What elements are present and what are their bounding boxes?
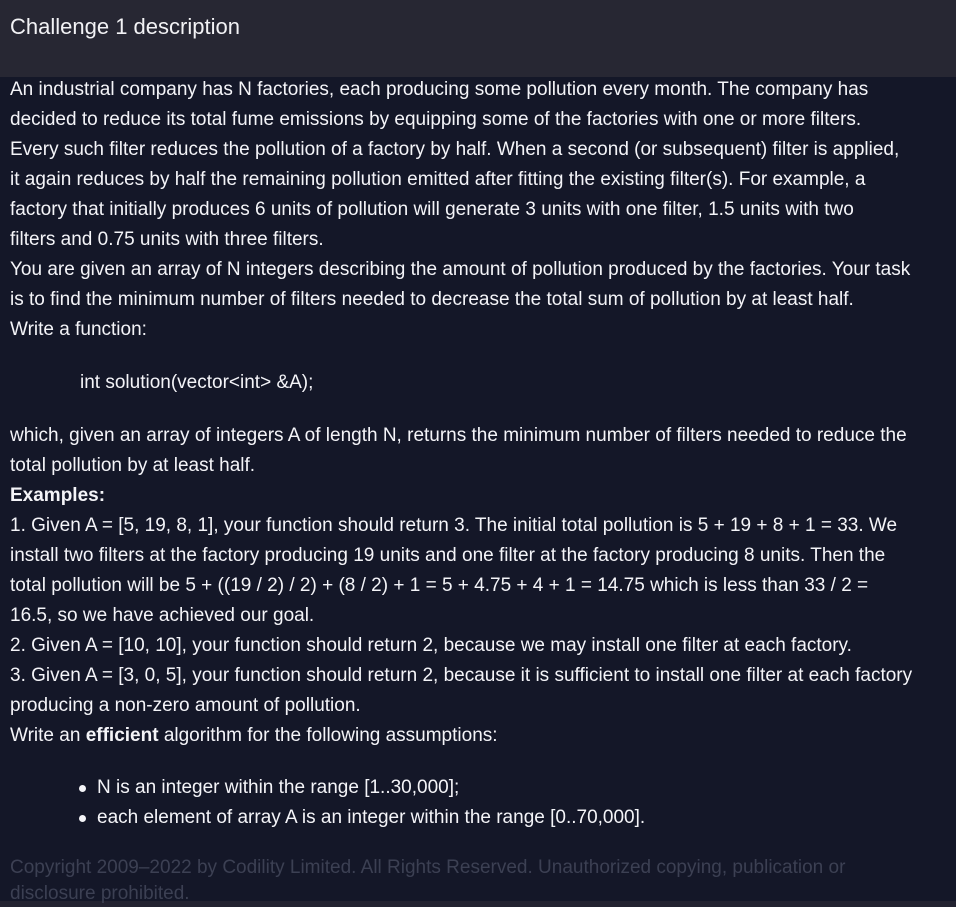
examples-heading: Examples: (10, 485, 106, 506)
description-line: Every such filter reduces the pollution … (10, 139, 900, 160)
assumption-item: N is an integer within the range [1..30,… (79, 773, 956, 803)
example-line: 16.5, so we have achieved our goal. (10, 605, 315, 626)
example-line: 2. Given A = [10, 10], your function sho… (10, 635, 852, 656)
example-line: 3. Given A = [3, 0, 5], your function sh… (10, 665, 913, 686)
assumption-text: each element of array A is an integer wi… (97, 807, 646, 828)
description-line: it again reduces by half the remaining p… (10, 169, 866, 190)
description-line: factory that initially produces 6 units … (10, 199, 854, 220)
copyright-notice: Copyright 2009–2022 by Codility Limited.… (10, 857, 846, 904)
efficiency-suffix: algorithm for the following assumptions: (158, 725, 498, 746)
efficiency-bold: efficient (85, 725, 159, 746)
page-title: Challenge 1 description (10, 14, 240, 39)
description-line: filters and 0.75 units with three filter… (10, 229, 324, 250)
efficiency-line: Write an efficient algorithm for the fol… (10, 721, 956, 751)
example-line: total pollution will be 5 + ((19 / 2) / … (10, 575, 869, 596)
bullet-icon (79, 815, 86, 822)
description-line: decided to reduce its total fume emissio… (10, 109, 862, 130)
description-line: which, given an array of integers A of l… (10, 425, 907, 446)
assumptions-list: N is an integer within the range [1..30,… (10, 773, 956, 833)
bullet-icon (79, 785, 86, 792)
task-description: An industrial company has N factories, e… (0, 77, 956, 901)
description-line: An industrial company has N factories, e… (10, 79, 869, 100)
description-line: Write a function: (10, 319, 147, 340)
assumption-item: each element of array A is an integer wi… (79, 803, 956, 833)
description-line: is to find the minimum number of filters… (10, 289, 854, 310)
example-line: producing a non-zero amount of pollution… (10, 695, 361, 716)
assumption-text: N is an integer within the range [1..30,… (97, 777, 460, 798)
description-line: total pollution by at least half. (10, 455, 256, 476)
function-signature: int solution(vector<int> &A); (80, 372, 314, 393)
example-line: 1. Given A = [5, 19, 8, 1], your functio… (10, 515, 898, 536)
example-line: install two filters at the factory produ… (10, 545, 886, 566)
header-bar: Challenge 1 description (0, 0, 956, 77)
description-line: You are given an array of N integers des… (10, 259, 911, 280)
efficiency-prefix: Write an (10, 725, 86, 746)
